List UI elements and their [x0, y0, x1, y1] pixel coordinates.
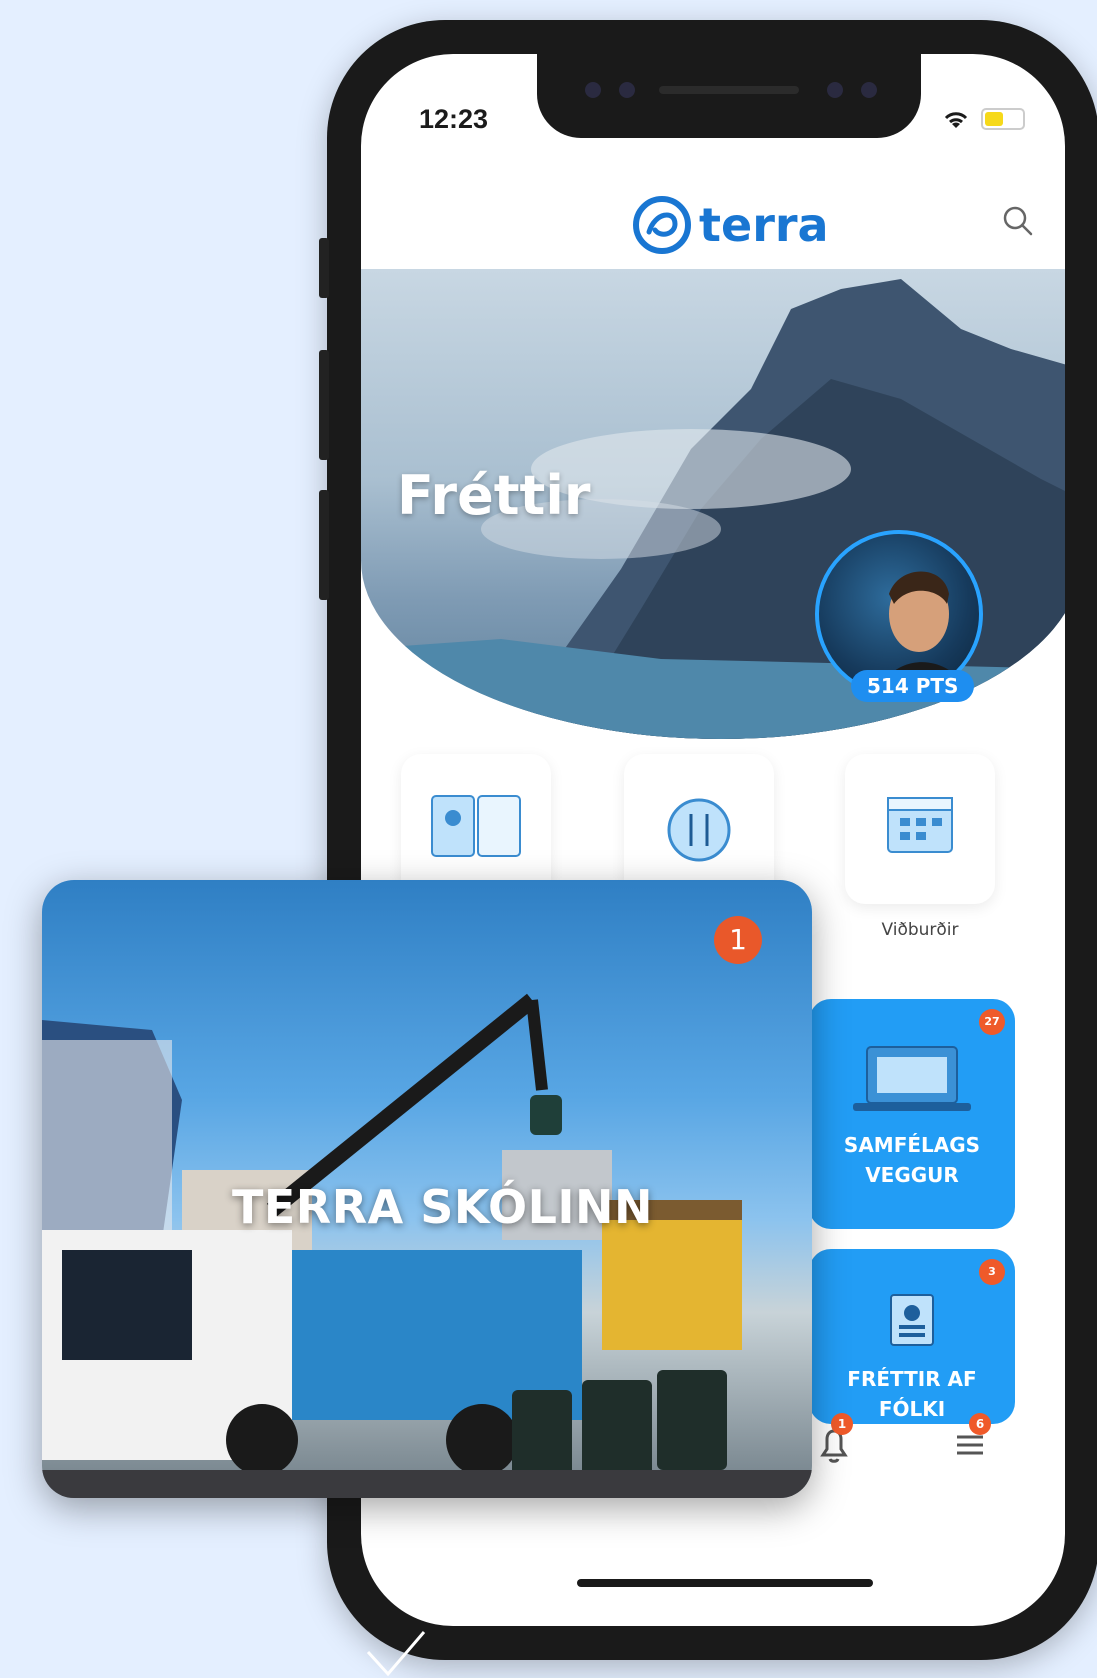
community-tile-label-line2: VEGGUR	[865, 1163, 959, 1187]
camera-dot	[619, 82, 635, 98]
logo-text: terra	[699, 198, 829, 252]
people-news-tile[interactable]: 3 FRÉTTIR AF FÓLKI	[809, 1249, 1015, 1424]
category-label-events: Viðburðir	[881, 920, 959, 940]
wifi-icon	[944, 112, 968, 128]
sensor-dot	[827, 82, 843, 98]
speaker-grille	[659, 86, 799, 94]
calendar-icon	[887, 797, 953, 853]
terra-school-card[interactable]: TERRA SKÓLINN 1	[42, 880, 812, 1498]
profile-avatar[interactable]: 514 PTS	[815, 530, 985, 720]
search-icon[interactable]	[1001, 204, 1035, 238]
volume-up-button	[319, 350, 329, 460]
battery-icon	[981, 108, 1025, 130]
terra-logo[interactable]: terra	[631, 194, 829, 256]
sensor-dot	[861, 82, 877, 98]
camera-dot	[585, 82, 601, 98]
terra-logo-icon	[633, 196, 691, 254]
laptop-icon	[853, 1046, 971, 1111]
status-time: 12:23	[419, 104, 489, 134]
terra-school-title: TERRA SKÓLINN	[232, 1180, 653, 1234]
notifications-tab[interactable]: 1	[809, 1413, 859, 1469]
home-indicator[interactable]	[577, 1579, 873, 1587]
points-badge: 514 PTS	[851, 670, 975, 702]
menu-badge: 6	[969, 1413, 991, 1435]
person-card-icon	[890, 1294, 934, 1346]
people-count-badge: 3	[979, 1259, 1005, 1285]
status-icons	[941, 108, 1025, 130]
pointer-tick-icon	[366, 1631, 426, 1677]
mute-switch	[319, 238, 329, 298]
book-icon	[431, 795, 521, 857]
community-wall-tile[interactable]: 27 SAMFÉLAGS VEGGUR	[809, 999, 1015, 1229]
hero-title: Fréttir	[397, 464, 591, 527]
community-count-badge: 27	[979, 1009, 1005, 1035]
notch	[537, 54, 921, 138]
dining-icon	[667, 798, 731, 862]
volume-down-button	[319, 490, 329, 600]
community-tile-label-line1: SAMFÉLAGS	[843, 1133, 981, 1157]
people-tile-label-line1: FRÉTTIR AF	[847, 1367, 977, 1391]
menu-tab[interactable]: 6	[945, 1413, 995, 1469]
step-badge: 1	[714, 916, 762, 964]
category-tile-events[interactable]	[845, 754, 995, 904]
notifications-badge: 1	[831, 1413, 853, 1435]
